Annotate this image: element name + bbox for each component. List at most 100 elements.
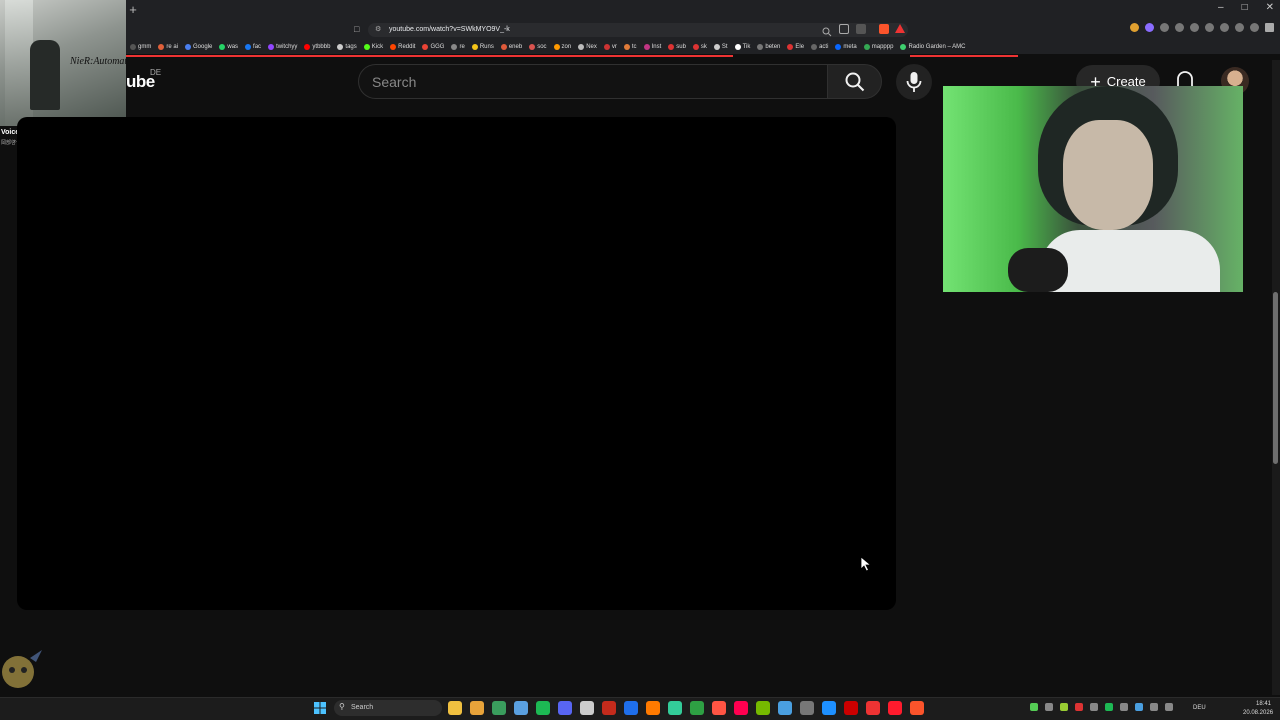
bookmark-item[interactable]: sub <box>668 44 686 50</box>
taskbar-app-icon[interactable] <box>492 701 506 715</box>
scrollbar-thumb[interactable] <box>1273 292 1278 464</box>
tray-app-icon[interactable] <box>1045 703 1053 711</box>
bookmark-item[interactable]: Nex <box>578 44 597 50</box>
taskbar-app-icon[interactable] <box>580 701 594 715</box>
bookmark-icon[interactable]: □ <box>354 24 359 34</box>
taskbar-app-icon[interactable] <box>844 701 858 715</box>
music-icon[interactable] <box>1190 23 1199 32</box>
search-input[interactable] <box>372 73 812 91</box>
bookmark-label: re ai <box>166 44 179 50</box>
bookmark-item[interactable]: fac <box>245 44 261 50</box>
search-button[interactable] <box>827 64 882 99</box>
video-player[interactable] <box>17 117 896 610</box>
bookmark-item[interactable]: was <box>219 44 238 50</box>
taskbar-app-icon[interactable] <box>866 701 880 715</box>
bookmark-label: soc <box>537 44 547 50</box>
taskbar-app-icon[interactable] <box>514 701 528 715</box>
taskbar-app-icon[interactable] <box>668 701 682 715</box>
bookmark-item[interactable]: soc <box>529 44 547 50</box>
bookmark-item[interactable]: beten <box>757 44 780 50</box>
microphone-icon[interactable] <box>1165 703 1173 711</box>
taskbar-app-icon[interactable] <box>624 701 638 715</box>
tab-search-icon[interactable] <box>856 24 866 34</box>
bookmark-label: Runs <box>479 44 494 50</box>
bookmark-item[interactable]: re <box>451 44 465 50</box>
bookmark-item[interactable]: Reddit <box>390 44 415 50</box>
bluetooth-icon[interactable] <box>1150 703 1158 711</box>
tray-app-icon[interactable] <box>1120 703 1128 711</box>
url-text[interactable]: youtube.com/watch?v=SWkMYO9V_-k <box>389 24 510 36</box>
bookmark-label: fac <box>253 44 262 50</box>
taskbar-app-icon[interactable] <box>800 701 814 715</box>
bookmark-item[interactable]: zon <box>553 44 571 50</box>
extension-icon[interactable] <box>1175 23 1184 32</box>
bookmark-item[interactable]: tags <box>337 44 357 50</box>
bookmark-item[interactable]: twitchyy <box>268 44 297 50</box>
taskbar-app-icon[interactable] <box>646 701 660 715</box>
clock-time[interactable]: 18:41 <box>1256 701 1271 707</box>
new-tab-button[interactable]: + <box>126 3 140 17</box>
site-info-icon[interactable]: ⚙ <box>375 25 381 33</box>
bookmark-item[interactable]: vr <box>603 44 617 50</box>
bookmark-item[interactable]: Tik <box>734 44 750 50</box>
extension-icon[interactable] <box>1160 23 1169 32</box>
taskbar-app-icon[interactable] <box>558 701 572 715</box>
brave-shield-icon[interactable] <box>879 24 889 34</box>
taskbar-app-icon[interactable] <box>712 701 726 715</box>
tray-app-icon[interactable] <box>1030 703 1038 711</box>
taskbar-app-icon[interactable] <box>470 701 484 715</box>
bookmark-favicon-icon <box>692 44 699 50</box>
taskbar-app-icon[interactable] <box>602 701 616 715</box>
taskbar-app-icon[interactable] <box>734 701 748 715</box>
bookmark-item[interactable]: Inst <box>643 44 661 50</box>
clock-date[interactable]: 20.08.2026 <box>1243 710 1273 716</box>
zoom-icon[interactable] <box>822 24 832 37</box>
extension-icon[interactable] <box>1145 23 1154 32</box>
bookmark-item[interactable]: Radio Garden – AMC <box>900 44 965 50</box>
extension-icon[interactable] <box>1130 23 1139 32</box>
rewards-icon[interactable] <box>895 24 905 33</box>
bookmark-item[interactable]: ytbbbb <box>304 44 330 50</box>
sidebar-icon[interactable] <box>1205 23 1214 32</box>
bookmark-label: meta <box>843 44 857 50</box>
input-language[interactable]: DEU <box>1193 705 1206 711</box>
album-art-tree <box>5 0 33 126</box>
taskbar-app-icon[interactable] <box>910 701 924 715</box>
wallet-icon[interactable] <box>1220 23 1229 32</box>
bookmark-item[interactable]: gmm <box>130 44 151 50</box>
spotify-tray-icon[interactable] <box>1105 703 1113 711</box>
taskbar-app-icon[interactable] <box>756 701 770 715</box>
bookmark-item[interactable]: eneb <box>500 44 522 50</box>
bookmark-item[interactable]: acti <box>811 44 828 50</box>
taskbar-app-icon[interactable] <box>448 701 462 715</box>
voice-search-button[interactable] <box>896 64 932 100</box>
minimize-icon[interactable]: – <box>1218 2 1224 13</box>
taskbar-app-icon[interactable] <box>888 701 902 715</box>
tray-app-icon[interactable] <box>1090 703 1098 711</box>
bookmark-item[interactable]: meta <box>835 44 857 50</box>
tray-app-icon[interactable] <box>1060 703 1068 711</box>
bookmark-item[interactable]: St <box>713 44 728 50</box>
taskbar-app-icon[interactable] <box>778 701 792 715</box>
bookmark-item[interactable]: mapppp <box>863 44 893 50</box>
bookmark-item[interactable]: tc <box>623 44 637 50</box>
taskbar-app-icon[interactable] <box>536 701 550 715</box>
close-icon[interactable]: ✕ <box>1266 2 1274 13</box>
bookmark-item[interactable]: GGG <box>422 44 444 50</box>
cast-icon[interactable] <box>839 24 849 34</box>
tray-app-icon[interactable] <box>1135 703 1143 711</box>
taskbar-app-icon[interactable] <box>822 701 836 715</box>
taskbar-app-icon[interactable] <box>690 701 704 715</box>
bookmark-item[interactable]: Ele <box>787 44 804 50</box>
tray-app-icon[interactable] <box>1075 703 1083 711</box>
menu-icon[interactable] <box>1265 23 1274 32</box>
vpn-icon[interactable] <box>1250 23 1259 32</box>
bookmark-item[interactable]: re ai <box>158 44 178 50</box>
leo-icon[interactable] <box>1235 23 1244 32</box>
bookmark-item[interactable]: Runs <box>471 44 494 50</box>
bookmark-item[interactable]: sk <box>692 44 707 50</box>
maximize-icon[interactable]: □ <box>1242 2 1248 13</box>
windows-start-icon[interactable] <box>314 702 326 714</box>
bookmark-item[interactable]: Kick <box>363 44 383 50</box>
bookmark-item[interactable]: Google <box>185 44 212 50</box>
